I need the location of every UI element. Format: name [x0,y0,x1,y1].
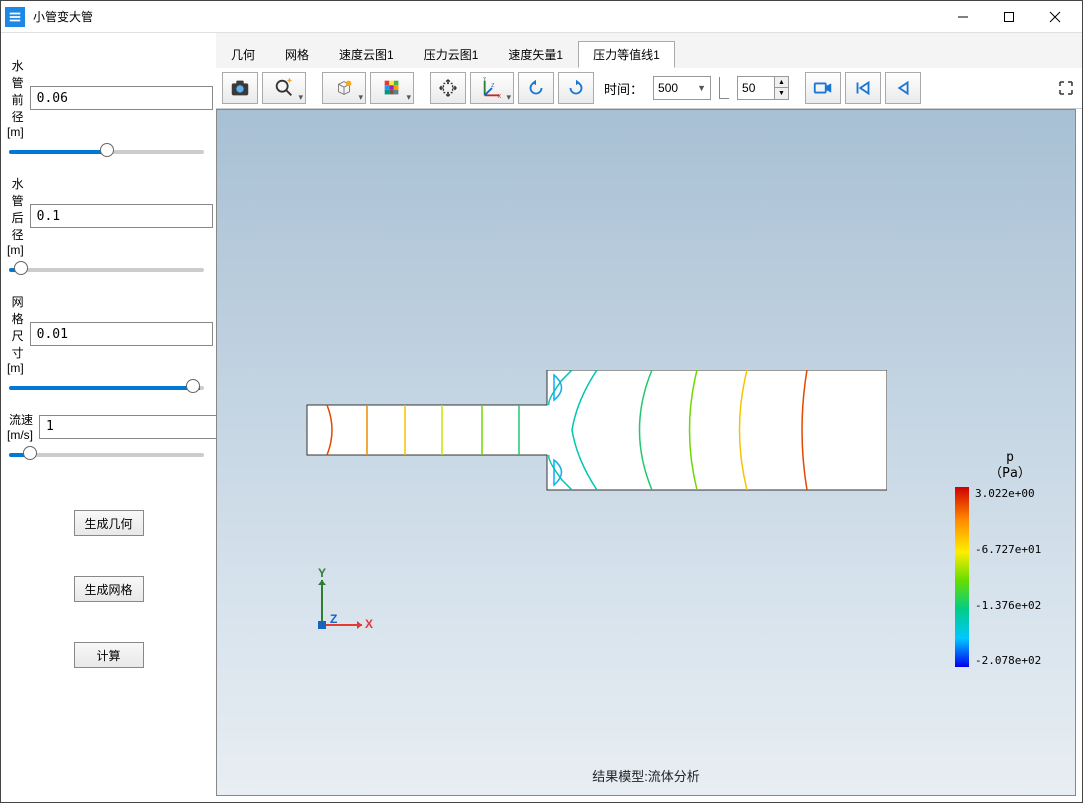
titlebar: 小管变大管 [1,1,1082,33]
velocity-input[interactable] [39,415,222,439]
tab-pressure-contour[interactable]: 压力云图1 [409,41,494,68]
time-label: 时间： [604,79,643,98]
svg-text:Y: Y [318,566,326,580]
pipe-back-diameter-slider[interactable] [9,268,204,272]
rotate-ccw-button[interactable] [518,72,554,104]
viewport-toolbar: ✦ YXZ 时间： 500▼ ▲▼ [216,68,1082,109]
velocity-slider[interactable] [9,453,204,457]
first-frame-button[interactable] [845,72,881,104]
generate-geometry-button[interactable]: 生成几何 [74,510,144,536]
pipe-back-diameter-input[interactable] [30,204,213,228]
app-icon [5,7,25,27]
legend-tick: -6.727e+01 [975,543,1065,556]
axis-dropdown[interactable]: Y XZ [470,72,514,104]
window-title: 小管变大管 [33,8,940,25]
param-label: 水管前径[m] [7,57,30,139]
tab-pressure-isoline[interactable]: 压力等值线1 [578,41,675,68]
pipe-front-diameter-input[interactable] [30,86,213,110]
param-pipe-back-diameter: 水管后径[m] [7,175,210,257]
snapshot-button[interactable] [222,72,258,104]
visualization-viewport[interactable]: X Y Z 结果模型:流体分析 p（Pa） 3.022e+00 -6.727e+… [216,109,1076,796]
rotate-cw-button[interactable] [558,72,594,104]
svg-text:X: X [498,94,502,99]
main-panel: 几何 网格 速度云图1 压力云图1 速度矢量1 压力等值线1 ✦ YXZ 时间： [216,33,1082,802]
tab-mesh[interactable]: 网格 [270,41,324,68]
parameter-sidebar: 水管前径[m] 水管后径[m] 网格尺寸[m] 流速[m/s] 生成几何 [1,33,216,802]
svg-text:Y: Y [483,77,487,83]
frame-input[interactable] [738,81,774,95]
time-select[interactable]: 500▼ [653,76,711,100]
svg-text:X: X [365,617,373,631]
legend-tick: -2.078e+02 [975,654,1065,667]
mesh-size-slider[interactable] [9,386,204,390]
time-slider-indicator-icon [719,77,729,99]
svg-text:✦: ✦ [286,77,293,85]
expand-toolbar-icon[interactable] [1056,72,1076,104]
tab-velocity-vector[interactable]: 速度矢量1 [493,41,578,68]
legend-title: p（Pa） [955,450,1065,481]
legend-ticks: 3.022e+00 -6.727e+01 -1.376e+02 -2.078e+… [969,487,1065,667]
action-buttons: 生成几何 生成网格 计算 [7,510,210,668]
colormap-dropdown[interactable] [370,72,414,104]
view-dropdown[interactable] [322,72,366,104]
svg-text:Z: Z [491,83,495,89]
param-label: 流速[m/s] [7,411,39,442]
record-button[interactable] [805,72,841,104]
prev-frame-button[interactable] [885,72,921,104]
orientation-axes-icon: X Y Z [302,565,382,645]
window-controls [940,2,1078,32]
result-caption: 结果模型:流体分析 [592,766,700,785]
minimize-button[interactable] [940,2,986,32]
svg-text:Z: Z [330,612,337,626]
param-mesh-size: 网格尺寸[m] [7,293,210,375]
mesh-size-input[interactable] [30,322,213,346]
legend-tick: 3.022e+00 [975,487,1065,500]
colorbar-icon [955,487,969,667]
param-velocity: 流速[m/s] [7,411,210,442]
time-value: 500 [658,81,678,95]
pipe-front-diameter-slider[interactable] [9,150,204,154]
pressure-contour-plot [287,370,887,510]
compute-button[interactable]: 计算 [74,642,144,668]
param-pipe-front-diameter: 水管前径[m] [7,57,210,139]
pan-button[interactable] [430,72,466,104]
param-label: 网格尺寸[m] [7,293,30,375]
tab-velocity-contour[interactable]: 速度云图1 [324,41,409,68]
maximize-button[interactable] [986,2,1032,32]
spin-up-button[interactable]: ▲ [774,77,788,88]
colorbar-legend: p（Pa） 3.022e+00 -6.727e+01 -1.376e+02 -2… [955,450,1065,667]
param-label: 水管后径[m] [7,175,30,257]
frame-spinner[interactable]: ▲▼ [737,76,789,100]
spin-down-button[interactable]: ▼ [774,88,788,99]
application-window: 小管变大管 水管前径[m] 水管后径[m] 网格尺寸[m] [0,0,1083,803]
zoom-dropdown[interactable]: ✦ [262,72,306,104]
content-area: 水管前径[m] 水管后径[m] 网格尺寸[m] 流速[m/s] 生成几何 [1,33,1082,802]
generate-mesh-button[interactable]: 生成网格 [74,576,144,602]
legend-tick: -1.376e+02 [975,599,1065,612]
result-tabs: 几何 网格 速度云图1 压力云图1 速度矢量1 压力等值线1 [216,33,1082,68]
close-button[interactable] [1032,2,1078,32]
tab-geometry[interactable]: 几何 [216,41,270,68]
